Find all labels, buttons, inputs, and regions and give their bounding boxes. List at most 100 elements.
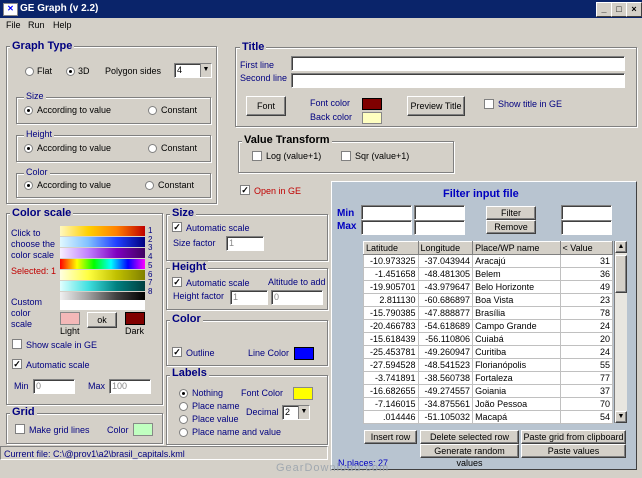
cell-place[interactable]: Cuiabá — [472, 332, 561, 346]
show-scale-checkbox[interactable] — [12, 339, 22, 349]
cell-latitude[interactable]: -7.146015 — [363, 397, 419, 411]
cell-value[interactable]: 37 — [559, 384, 614, 398]
menu-file[interactable]: File — [6, 20, 21, 30]
cell-place[interactable]: Macapá — [472, 410, 561, 424]
table-row[interactable]: .014446 -51.105032 Macapá 54 — [363, 410, 614, 424]
place-value-radio[interactable] — [179, 415, 188, 424]
cell-value[interactable]: 36 — [559, 267, 614, 281]
sqr-checkbox[interactable] — [341, 151, 351, 161]
cell-value[interactable]: 20 — [559, 332, 614, 346]
first-line-input[interactable] — [291, 56, 625, 71]
ok-button[interactable]: ok — [87, 312, 117, 328]
size-factor-input[interactable]: 1 — [226, 236, 264, 251]
cell-place[interactable]: Campo Grande — [472, 319, 561, 333]
size-constant-radio[interactable] — [148, 106, 157, 115]
cell-place[interactable]: João Pessoa — [472, 397, 561, 411]
height-according-radio[interactable] — [24, 144, 33, 153]
cell-latitude[interactable]: -15.790385 — [363, 306, 419, 320]
cell-value[interactable]: 78 — [559, 306, 614, 320]
cell-longitude[interactable]: -54.618689 — [417, 319, 474, 333]
dark-color-swatch[interactable] — [125, 312, 145, 325]
cell-value[interactable]: 24 — [559, 319, 614, 333]
table-row[interactable]: -7.146015 -34.875561 João Pessoa 70 — [363, 397, 614, 411]
column-header-latitude[interactable]: Latitude — [363, 241, 419, 255]
column-header-longitude[interactable]: Longitude — [417, 241, 474, 255]
delete-row-button[interactable]: Delete selected row — [420, 430, 519, 444]
maximize-button[interactable]: □ — [611, 2, 627, 17]
filter-value-min[interactable] — [561, 205, 612, 220]
second-line-input[interactable] — [291, 73, 625, 88]
color-scale-2[interactable] — [60, 237, 145, 247]
cell-longitude[interactable]: -37.043944 — [417, 254, 474, 268]
cell-latitude[interactable]: -25.453781 — [363, 345, 419, 359]
filter-button[interactable]: Filter — [486, 206, 536, 220]
polygon-sides-select[interactable]: 4 ▼ — [174, 63, 212, 78]
max-input[interactable]: 100 — [109, 379, 151, 394]
table-row[interactable]: -27.594528 -48.541523 Florianópolis 55 — [363, 358, 614, 372]
cell-longitude[interactable]: -49.260947 — [417, 345, 474, 359]
filter-lat-min[interactable] — [361, 205, 412, 220]
cell-longitude[interactable]: -34.875561 — [417, 397, 474, 411]
filter-lat-max[interactable] — [361, 220, 412, 235]
cell-latitude[interactable]: -16.682655 — [363, 384, 419, 398]
size-according-radio[interactable] — [24, 106, 33, 115]
three-d-radio[interactable] — [66, 67, 75, 76]
cell-value[interactable]: 54 — [559, 410, 614, 424]
cell-value[interactable]: 77 — [559, 371, 614, 385]
cell-place[interactable]: Goiania — [472, 384, 561, 398]
remove-button[interactable]: Remove — [486, 220, 536, 234]
cell-value[interactable]: 70 — [559, 397, 614, 411]
cell-latitude[interactable]: -3.741891 — [363, 371, 419, 385]
scroll-up-icon[interactable]: ▲ — [615, 241, 627, 253]
data-grid[interactable]: Latitude Longitude Place/WP name < Value… — [363, 241, 614, 424]
cell-latitude[interactable]: -19.905701 — [363, 280, 419, 294]
back-color-swatch[interactable] — [362, 112, 382, 124]
cell-latitude[interactable]: -15.618439 — [363, 332, 419, 346]
cell-longitude[interactable]: -48.541523 — [417, 358, 474, 372]
cell-longitude[interactable]: -47.888877 — [417, 306, 474, 320]
cell-value[interactable]: 23 — [559, 293, 614, 307]
table-row[interactable]: -25.453781 -49.260947 Curitiba 24 — [363, 345, 614, 359]
table-row[interactable]: 2.811130 -60.686897 Boa Vista 23 — [363, 293, 614, 307]
table-row[interactable]: -15.618439 -56.110806 Cuiabá 20 — [363, 332, 614, 346]
cell-latitude[interactable]: -10.973325 — [363, 254, 419, 268]
cell-place[interactable]: Belem — [472, 267, 561, 281]
decimal-select[interactable]: 2 ▼ — [282, 405, 310, 420]
table-row[interactable]: -1.451658 -48.481305 Belem 36 — [363, 267, 614, 281]
table-row[interactable]: -15.790385 -47.888877 Brasília 78 — [363, 306, 614, 320]
color-constant-radio[interactable] — [145, 181, 154, 190]
filter-lon-max[interactable] — [414, 220, 465, 235]
cell-latitude[interactable]: .014446 — [363, 410, 419, 424]
cell-latitude[interactable]: 2.811130 — [363, 293, 419, 307]
table-row[interactable]: -19.905701 -43.979647 Belo Horizonte 49 — [363, 280, 614, 294]
show-title-checkbox[interactable] — [484, 99, 494, 109]
minimize-button[interactable]: _ — [596, 2, 612, 17]
cell-longitude[interactable]: -48.481305 — [417, 267, 474, 281]
color-scale-bars[interactable] — [60, 226, 145, 310]
cell-longitude[interactable]: -56.110806 — [417, 332, 474, 346]
color-scale-8[interactable] — [60, 300, 145, 310]
cell-place[interactable]: Belo Horizonte — [472, 280, 561, 294]
preview-title-button[interactable]: Preview Title — [407, 96, 465, 116]
height-constant-radio[interactable] — [148, 144, 157, 153]
outline-checkbox[interactable]: ✓ — [172, 347, 182, 357]
color-scale-3[interactable] — [60, 248, 145, 258]
cell-place[interactable]: Brasília — [472, 306, 561, 320]
cell-longitude[interactable]: -51.105032 — [417, 410, 474, 424]
nothing-radio[interactable] — [179, 389, 188, 398]
filter-lon-min[interactable] — [414, 205, 465, 220]
line-color-swatch[interactable] — [294, 347, 314, 360]
menu-help[interactable]: Help — [53, 20, 72, 30]
height-factor-input[interactable]: 1 — [230, 290, 268, 305]
cell-place[interactable]: Florianópolis — [472, 358, 561, 372]
cell-value[interactable]: 49 — [559, 280, 614, 294]
close-button[interactable]: × — [626, 2, 642, 17]
height-automatic-checkbox[interactable]: ✓ — [172, 277, 182, 287]
cell-longitude[interactable]: -43.979647 — [417, 280, 474, 294]
min-input[interactable]: 0 — [33, 379, 75, 394]
color-scale-5[interactable] — [60, 270, 145, 280]
log-checkbox[interactable] — [252, 151, 262, 161]
cell-latitude[interactable]: -20.466783 — [363, 319, 419, 333]
color-scale-4[interactable] — [60, 259, 145, 269]
font-color-swatch[interactable] — [362, 98, 382, 110]
